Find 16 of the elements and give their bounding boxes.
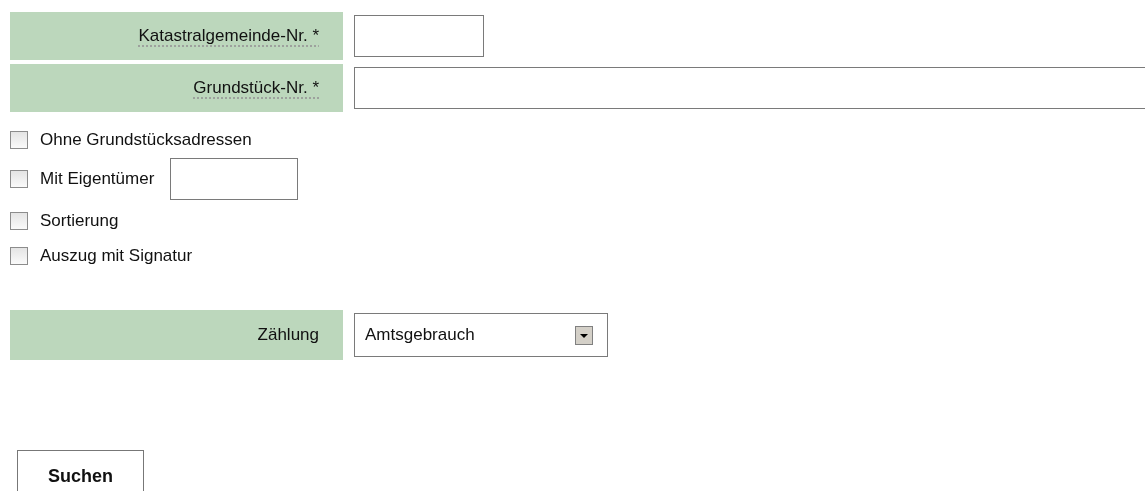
checkbox[interactable] <box>10 131 28 149</box>
field-label: Katastralgemeinde-Nr. * <box>10 12 343 60</box>
checkbox-label: Ohne Grundstücksadressen <box>40 130 252 150</box>
checkbox[interactable] <box>10 247 28 265</box>
input-field[interactable] <box>354 15 484 57</box>
input-field[interactable] <box>354 67 1145 109</box>
checkbox-label: Sortierung <box>40 211 119 231</box>
checkbox-label: Auszug mit Signatur <box>40 246 193 266</box>
field-label: Zählung <box>10 310 343 360</box>
field-label: Grundstück-Nr. * <box>10 64 343 112</box>
checkbox-label: Mit Eigentümer <box>40 169 155 189</box>
checkbox[interactable] <box>10 212 28 230</box>
search-button[interactable]: Suchen <box>17 450 144 491</box>
dropdown[interactable]: Amtsgebrauch <box>354 313 608 357</box>
input-field[interactable] <box>170 158 299 200</box>
checkbox[interactable] <box>10 170 28 188</box>
